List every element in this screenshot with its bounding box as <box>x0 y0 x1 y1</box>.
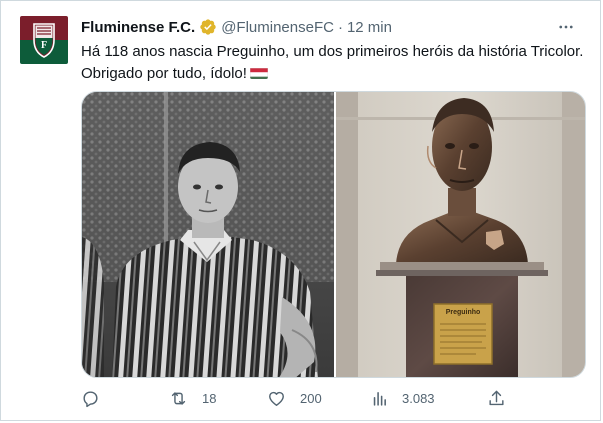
retweet-count: 18 <box>202 390 217 406</box>
svg-text:F: F <box>41 40 47 51</box>
heart-icon <box>269 391 284 406</box>
views-count: 3.083 <box>402 390 435 406</box>
like-button[interactable]: 200 <box>267 387 322 409</box>
views-button[interactable]: 3.083 <box>371 387 435 409</box>
more-options-icon[interactable] <box>556 17 576 37</box>
separator-dot: · <box>337 18 343 36</box>
tweet-actions: 18 200 3.083 <box>81 387 511 409</box>
plaque-title: Preguinho <box>446 309 481 316</box>
reply-icon <box>83 390 98 407</box>
tweet-text: Há 118 anos nascia Preguinho, um dos pri… <box>81 41 591 85</box>
retweet-icon <box>171 391 186 405</box>
share-icon <box>489 390 504 405</box>
tweet-text-line-2-text: Obrigado por tudo, ídolo! <box>81 65 247 82</box>
author-handle[interactable]: @FluminenseFC <box>221 19 334 36</box>
analytics-icon <box>373 391 386 406</box>
bust-photo[interactable]: Preguinho <box>336 92 585 377</box>
tweet-text-line-2: Obrigado por tudo, ídolo! <box>81 63 591 85</box>
retweet-button[interactable]: 18 <box>169 387 216 409</box>
verified-badge-icon <box>199 18 217 36</box>
like-count: 200 <box>300 390 322 406</box>
hungary-flag-emoji-icon <box>249 66 268 79</box>
tweet-text-line-1: Há 118 anos nascia Preguinho, um dos pri… <box>81 43 584 60</box>
player-photo[interactable] <box>82 92 334 377</box>
timestamp[interactable]: 12 min <box>347 19 392 36</box>
share-button[interactable] <box>487 387 506 409</box>
tweet-media[interactable]: Preguinho <box>81 91 586 378</box>
avatar[interactable]: F <box>20 16 68 64</box>
tweet-card[interactable]: F Fluminense F.C. @FluminenseFC · 12 min… <box>0 0 601 421</box>
fluminense-crest-icon: F <box>20 16 68 64</box>
tweet-header: Fluminense F.C. @FluminenseFC · 12 min <box>81 17 580 37</box>
reply-button[interactable] <box>81 387 114 409</box>
author-name[interactable]: Fluminense F.C. <box>81 19 195 36</box>
